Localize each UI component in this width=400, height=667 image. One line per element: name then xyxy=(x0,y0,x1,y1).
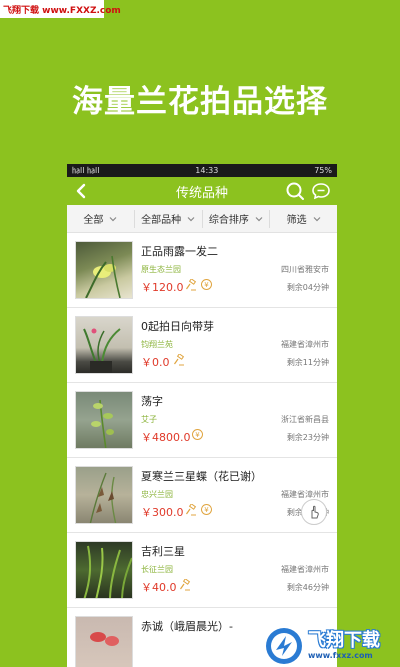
orchid-thumbnail xyxy=(75,541,133,599)
coin-icon: ¥ xyxy=(201,504,212,515)
phone-screen: ㏊ll ㏊ll 14:33 75% 传统品种 全部 全部品种 综合排序 筛选 正… xyxy=(67,164,337,667)
filter-label: 综合排序 xyxy=(208,215,249,226)
orchid-thumbnail xyxy=(75,391,133,449)
list-item[interactable]: 吉利三星 长征兰园 ￥40.0 福建省漳州市 剩余46分钟 xyxy=(67,533,337,608)
item-name: 赤诚（峨眉晨光）- xyxy=(141,620,233,633)
list-item[interactable]: 夏寒兰三星蝶（花已谢） 忠兴兰园 ￥300.0 ¥ 福建省漳州市 剩余34分钟 xyxy=(67,458,337,533)
item-badges xyxy=(179,579,191,591)
promo-headline: 海量兰花拍品选择 xyxy=(72,84,328,120)
time-remaining: 剩余04分钟 xyxy=(286,283,329,292)
hand-pointer-icon xyxy=(311,505,319,519)
chevron-down-icon xyxy=(255,216,263,221)
auction-hammer-icon xyxy=(180,579,191,591)
coin-icon: ¥ xyxy=(201,279,212,290)
item-badges: ¥ xyxy=(185,504,212,516)
item-location: 福建省漳州市 xyxy=(281,490,329,499)
filter-category[interactable]: 全部 xyxy=(67,209,135,228)
chat-icon[interactable] xyxy=(311,181,331,201)
page-title: 传统品种 xyxy=(175,185,228,201)
item-price: ￥40.0 xyxy=(141,581,177,594)
list-item[interactable]: 荡字 艾子 ￥4800.0 ¥ 浙江省新昌县 剩余23分钟 xyxy=(67,383,337,458)
shop-name[interactable]: 原生态兰园 xyxy=(141,264,181,275)
coin-icon: ¥ xyxy=(192,429,203,440)
item-name: 0起拍日向带芽 xyxy=(141,320,214,333)
filter-sort[interactable]: 综合排序 xyxy=(203,209,271,228)
shop-name[interactable]: 长征兰园 xyxy=(141,564,173,575)
item-location: 福建省漳州市 xyxy=(281,565,329,574)
time-remaining: 剩余11分钟 xyxy=(286,358,329,367)
battery-level: 75% xyxy=(314,166,332,175)
item-badges: ¥ xyxy=(185,279,212,291)
shop-name[interactable]: 艾子 xyxy=(141,414,157,425)
time-remaining: 剩余23分钟 xyxy=(286,433,329,442)
fxxz-logo-icon xyxy=(266,628,302,664)
search-icon[interactable] xyxy=(285,181,305,201)
back-icon[interactable] xyxy=(72,180,90,202)
item-badges xyxy=(173,354,185,366)
chevron-down-icon xyxy=(313,216,321,221)
auction-hammer-icon xyxy=(186,504,197,516)
orchid-thumbnail xyxy=(75,241,133,299)
item-badges: ¥ xyxy=(192,429,203,440)
item-location: 福建省漳州市 xyxy=(281,340,329,349)
scroll-top-button[interactable] xyxy=(301,499,327,525)
chevron-down-icon xyxy=(187,216,195,221)
item-name: 正品雨露一发二 xyxy=(141,245,218,258)
item-name: 荡字 xyxy=(141,395,163,408)
auction-hammer-icon xyxy=(174,354,185,366)
filter-screen[interactable]: 筛选 xyxy=(270,210,337,228)
watermark-bottom: 飞翔下载 www.fxxz.com xyxy=(260,625,400,667)
filter-bar: 全部 全部品种 综合排序 筛选 xyxy=(67,205,337,233)
filter-label: 全部 xyxy=(83,215,104,226)
item-price: ￥4800.0 xyxy=(141,431,191,444)
shop-name[interactable]: 忠兴兰园 xyxy=(141,489,173,500)
list-item[interactable]: 正品雨露一发二 原生态兰园 ￥120.0 ¥ 四川省雅安市 剩余04分钟 xyxy=(67,233,337,308)
signal-indicator: ㏊ll ㏊ll xyxy=(72,166,100,175)
time-remaining: 剩余46分钟 xyxy=(286,583,329,592)
item-location: 浙江省新昌县 xyxy=(281,415,329,424)
filter-label: 全部品种 xyxy=(141,215,182,226)
orchid-thumbnail xyxy=(75,616,133,667)
chevron-down-icon xyxy=(109,216,117,221)
orchid-thumbnail xyxy=(75,466,133,524)
item-location: 四川省雅安市 xyxy=(281,265,329,274)
auction-hammer-icon xyxy=(186,279,197,291)
item-price: ￥120.0 xyxy=(141,281,184,294)
item-name: 夏寒兰三星蝶（花已谢） xyxy=(141,470,262,483)
item-price: ￥0.0 xyxy=(141,356,170,369)
orchid-thumbnail xyxy=(75,316,133,374)
watermark-url: www.fxxz.com xyxy=(308,651,373,660)
item-price: ￥300.0 xyxy=(141,506,184,519)
shop-name[interactable]: 钧翔兰苑 xyxy=(141,339,173,350)
filter-label: 筛选 xyxy=(286,215,307,226)
auction-list: 正品雨露一发二 原生态兰园 ￥120.0 ¥ 四川省雅安市 剩余04分钟 0起拍… xyxy=(67,233,337,667)
filter-variety[interactable]: 全部品种 xyxy=(135,209,203,228)
item-name: 吉利三星 xyxy=(141,545,185,558)
list-item[interactable]: 0起拍日向带芽 钧翔兰苑 ￥0.0 福建省漳州市 剩余11分钟 xyxy=(67,308,337,383)
status-bar: ㏊ll ㏊ll 14:33 75% xyxy=(67,164,337,177)
status-time: 14:33 xyxy=(195,166,219,175)
watermark-top: 飞翔下载 www.FXXZ.com xyxy=(0,0,121,18)
watermark-brand: 飞翔下载 xyxy=(308,630,380,651)
title-bar: 传统品种 xyxy=(67,177,337,205)
